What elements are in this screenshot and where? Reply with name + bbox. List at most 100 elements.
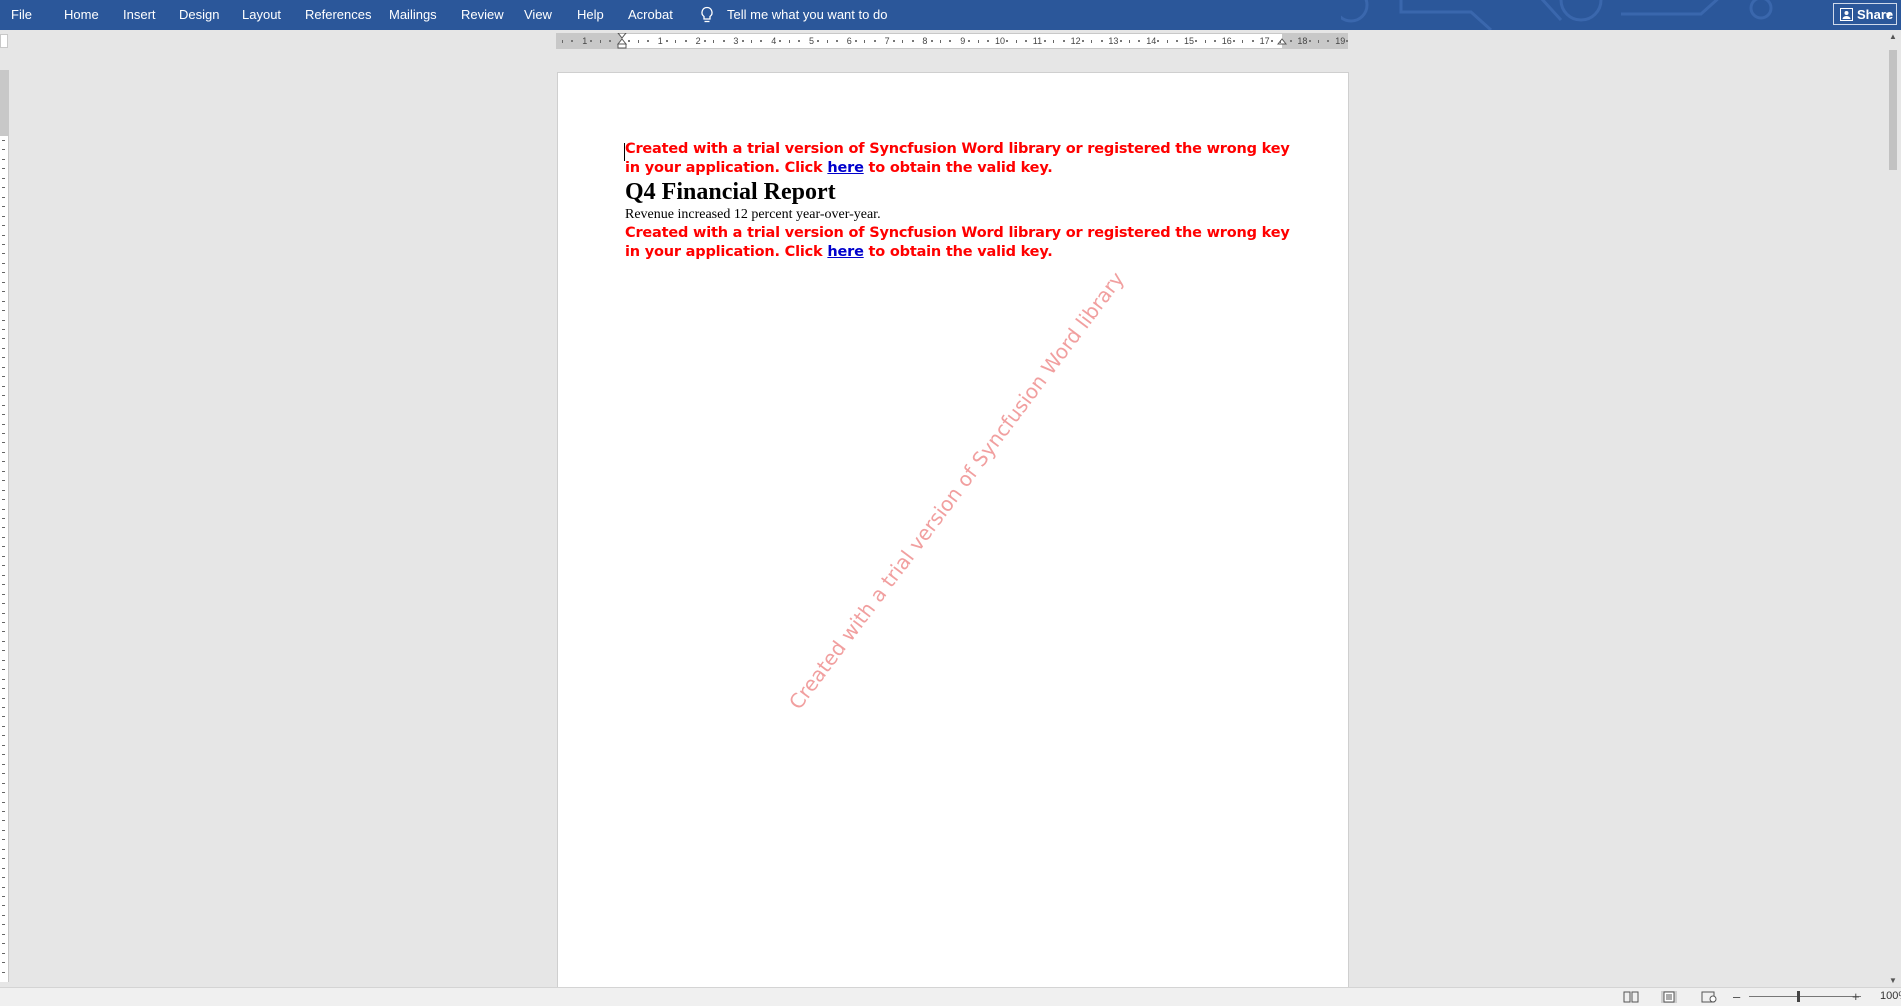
ruler-tick — [2, 357, 5, 359]
zoom-in-button[interactable]: + — [1852, 988, 1860, 1005]
ruler-number: 19 — [1335, 36, 1346, 46]
menu-view[interactable]: View — [522, 0, 554, 30]
ruler-tick — [1308, 40, 1311, 42]
ruler-number: 9 — [960, 36, 966, 46]
ruler-tick — [2, 952, 5, 954]
menu-file[interactable]: File — [9, 0, 34, 30]
chevron-down-icon: ▼ — [1884, 10, 1893, 20]
zoom-out-button[interactable]: – — [1733, 988, 1740, 1005]
horizontal-ruler[interactable]: 1 1 2 3 4 5 6 7 8 9 10 11 12 13 14 15 16 17 18 19 — [556, 33, 1349, 49]
menu-references[interactable]: References — [303, 0, 373, 30]
document-page[interactable]: Created with a trial version of Syncfusi… — [557, 72, 1349, 990]
zoom-slider-thumb[interactable] — [1797, 991, 1800, 1002]
ruler-number: 7 — [884, 36, 890, 46]
ruler-tick — [722, 40, 725, 42]
scroll-down-icon[interactable]: ▼ — [1888, 976, 1898, 986]
ruler-tick — [675, 40, 677, 43]
ruler-tick — [2, 281, 5, 283]
ruler-corner[interactable] — [0, 34, 8, 48]
ruler-tick — [2, 943, 5, 945]
ruler-tick — [2, 801, 5, 803]
trial-warning-top: Created with a trial version of Syncfusi… — [625, 140, 1295, 178]
vertical-scrollbar[interactable]: ▲ ▼ — [1885, 30, 1901, 988]
ruler-number: 11 — [1032, 36, 1043, 46]
ruler-number: 2 — [695, 36, 701, 46]
menu-layout[interactable]: Layout — [240, 0, 283, 30]
zoom-level[interactable]: 100% — [1880, 988, 1901, 1005]
read-mode-icon[interactable] — [1623, 991, 1639, 1003]
warning-link[interactable]: here — [827, 160, 864, 176]
left-indent-marker[interactable] — [617, 33, 627, 49]
ruler-tick — [2, 735, 5, 737]
ruler-tick — [1129, 40, 1130, 43]
ruler-tick — [2, 480, 5, 482]
ribbon-menubar: File Home Insert Design Layout Reference… — [0, 0, 1901, 30]
share-button[interactable]: Share ▼ — [1833, 3, 1897, 25]
ruler-tick — [930, 40, 933, 42]
right-indent-marker[interactable] — [1277, 33, 1287, 49]
ruler-tick — [2, 839, 5, 841]
print-layout-icon[interactable] — [1661, 991, 1677, 1003]
ribbon-decoration — [1341, 0, 1773, 30]
ruler-tick — [2, 896, 5, 897]
status-bar: – + 100% — [0, 987, 1901, 1006]
ruler-tick — [1138, 40, 1141, 42]
menu-home[interactable]: Home — [62, 0, 101, 30]
ruler-number: 12 — [1070, 36, 1081, 46]
scrollbar-thumb[interactable] — [1889, 50, 1897, 170]
menu-acrobat[interactable]: Acrobat — [626, 0, 675, 30]
ruler-tick — [2, 168, 5, 170]
ruler-tick — [1081, 40, 1084, 42]
ruler-tick — [2, 338, 5, 340]
ruler-tick — [599, 40, 601, 43]
ruler-tick — [1270, 40, 1273, 42]
ruler-tick — [1091, 40, 1093, 43]
menu-mailings[interactable]: Mailings — [387, 0, 439, 30]
ruler-number: 18 — [1297, 36, 1308, 46]
ruler-tick — [2, 461, 5, 463]
ruler-tick — [2, 914, 5, 916]
ruler-number: 8 — [922, 36, 928, 46]
ruler-number: 4 — [771, 36, 777, 46]
ruler-tick — [1195, 40, 1198, 42]
ruler-tick — [1062, 40, 1065, 42]
vertical-ruler[interactable] — [0, 70, 9, 982]
tell-me-search[interactable]: Tell me what you want to do — [725, 0, 889, 30]
ruler-tick — [1280, 40, 1282, 43]
menu-review[interactable]: Review — [459, 0, 506, 30]
ruler-tick — [741, 40, 744, 42]
ruler-tick — [1025, 40, 1028, 42]
ruler-tick — [2, 773, 5, 775]
ruler-tick — [968, 40, 971, 42]
ruler-tick — [977, 40, 979, 43]
ruler-tick — [647, 40, 650, 42]
document-body[interactable]: Created with a trial version of Syncfusi… — [625, 140, 1295, 262]
warning-link[interactable]: here — [827, 244, 864, 260]
ruler-tick — [940, 40, 941, 43]
ruler-tick — [751, 40, 752, 43]
share-person-icon — [1840, 8, 1853, 21]
ruler-tick — [1166, 40, 1168, 43]
menu-design[interactable]: Design — [177, 0, 221, 30]
ruler-tick — [1242, 40, 1244, 43]
ruler-tick — [2, 291, 5, 293]
ruler-tick — [2, 329, 5, 330]
zoom-slider[interactable] — [1749, 996, 1861, 997]
ruler-tick — [2, 650, 5, 652]
ruler-tick — [2, 243, 5, 245]
ruler-number: 16 — [1221, 36, 1232, 46]
ruler-tick — [2, 300, 5, 302]
ruler-tick — [2, 489, 5, 491]
ruler-tick — [1176, 40, 1179, 42]
ruler-number: 3 — [733, 36, 739, 46]
web-layout-icon[interactable] — [1701, 991, 1717, 1003]
ruler-tick — [2, 404, 5, 406]
ruler-tick — [2, 669, 5, 671]
ruler-number: 5 — [809, 36, 815, 46]
menu-help[interactable]: Help — [575, 0, 606, 30]
scroll-up-icon[interactable]: ▲ — [1888, 32, 1898, 42]
lightbulb-icon[interactable] — [699, 6, 715, 24]
ruler-number: 15 — [1184, 36, 1195, 46]
ruler-number: 1 — [657, 36, 663, 46]
menu-insert[interactable]: Insert — [121, 0, 158, 30]
